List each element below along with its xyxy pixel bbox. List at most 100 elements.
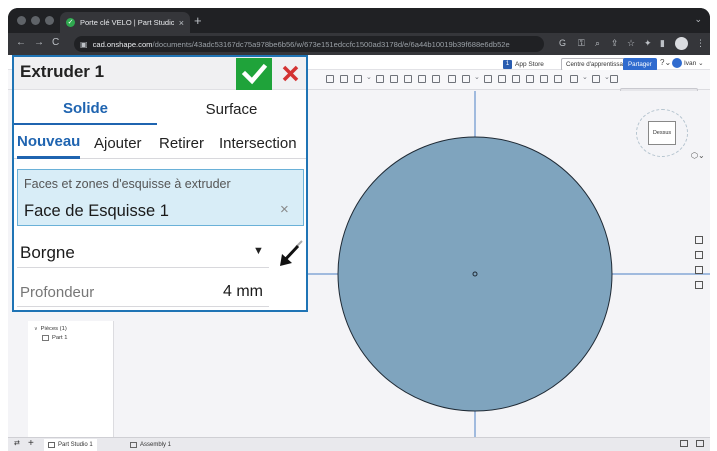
end-type-value: Borgne — [20, 243, 75, 262]
url-path: /documents/43adc53167dc75a978be6b56/w/67… — [152, 39, 510, 49]
sidebar-icon[interactable]: ▮ — [660, 38, 665, 49]
bookmark-star-icon[interactable]: ☆ — [627, 38, 635, 49]
faces-selection-field[interactable]: Faces et zones d'esquisse à extruder Fac… — [17, 169, 304, 226]
accept-button[interactable] — [236, 58, 272, 90]
sketch-circle[interactable] — [337, 136, 613, 412]
tab-manager-icon[interactable]: ⇄ — [14, 439, 20, 447]
part-item[interactable]: Part 1 — [42, 335, 67, 341]
lock-icon: ▣ — [80, 39, 88, 49]
tab-surface[interactable]: Surface — [157, 93, 306, 125]
depth-field[interactable]: Profondeur 4 mm — [17, 279, 269, 307]
tab-close-icon[interactable]: × — [179, 18, 184, 28]
tool-dropdown-icon[interactable]: ⌄ — [582, 73, 588, 81]
tool-dropdown-icon[interactable]: ⌄ — [604, 73, 610, 81]
tab-solide[interactable]: Solide — [14, 93, 157, 125]
dialog-title: Extruder 1 — [20, 62, 105, 81]
parts-folder[interactable]: ∨ Pièces (1) — [34, 326, 67, 332]
fillet-tool-icon[interactable] — [418, 75, 426, 83]
url-host: cad.onshape.com — [92, 39, 153, 49]
draft-tool-icon[interactable] — [448, 75, 456, 83]
extrude-dialog: Extruder 1 Solide Surface Nouveau Ajoute… — [12, 55, 308, 312]
minimize-window-icon[interactable] — [31, 16, 40, 25]
revolve-tool-icon[interactable] — [354, 75, 362, 83]
add-tab-button[interactable]: + — [28, 438, 34, 449]
depth-value[interactable]: 4 mm — [223, 283, 263, 301]
section-view-icon[interactable] — [610, 75, 618, 83]
view-options-icon[interactable]: ⬡⌄ — [691, 151, 705, 160]
profile-avatar[interactable] — [675, 37, 688, 50]
maximize-window-icon[interactable] — [45, 16, 54, 25]
tab-nouveau[interactable]: Nouveau — [17, 127, 81, 159]
notification-badge: 1 — [503, 60, 512, 69]
reload-button[interactable]: C — [52, 37, 59, 49]
extrude-tool-icon[interactable] — [340, 75, 348, 83]
caret-down-icon[interactable]: ▼ — [253, 245, 264, 257]
sweep-tool-icon[interactable] — [376, 75, 384, 83]
thicken-tool-icon[interactable] — [404, 75, 412, 83]
view-cube[interactable]: Dessus — [648, 121, 676, 145]
mirror-tool-icon[interactable] — [540, 75, 548, 83]
forward-button[interactable]: → — [34, 37, 44, 49]
tool-dropdown-icon[interactable]: ⌄ — [474, 73, 480, 81]
flag-panel-icon[interactable] — [695, 281, 703, 289]
tab-search-icon[interactable]: ⌄ — [694, 14, 702, 25]
configuration-panel-icon[interactable] — [695, 251, 703, 259]
chevron-down-icon[interactable]: ∨ — [34, 326, 38, 332]
key-icon[interactable]: ⚿ — [578, 38, 585, 49]
end-type-select[interactable]: Borgne ▼ — [17, 238, 269, 268]
close-window-icon[interactable] — [17, 16, 26, 25]
close-icon — [282, 65, 299, 82]
onshape-favicon-icon: ✓ — [66, 18, 75, 27]
url-field[interactable]: ▣ cad.onshape.com/documents/43adc53167dc… — [74, 36, 544, 52]
feature-tree: ∨ Pièces (1) Part 1 — [28, 321, 114, 437]
google-icon[interactable]: G — [559, 38, 566, 49]
depth-label: Profondeur — [20, 284, 95, 301]
browser-tab[interactable]: ✓ Porte clé VELO | Part Studio 1 × — [60, 12, 190, 33]
help-icon[interactable]: ?⌄ — [660, 58, 671, 67]
tab-part-studio[interactable]: Part Studio 1 — [44, 439, 97, 451]
tab-retirer[interactable]: Retirer — [159, 127, 204, 159]
document-tabs-bar: ⇄ + Part Studio 1 Assembly 1 — [8, 437, 710, 451]
plane-tool-icon[interactable] — [570, 75, 578, 83]
tab-title: Porte clé VELO | Part Studio 1 — [80, 18, 174, 27]
cancel-button[interactable] — [276, 58, 306, 90]
clear-selection-icon[interactable]: × — [280, 201, 289, 218]
assembly-icon — [130, 442, 137, 448]
body-type-tabs: Solide Surface — [14, 93, 306, 125]
menu-dots-icon[interactable]: ⋮ — [696, 38, 705, 49]
new-tab-button[interactable]: + — [194, 14, 202, 27]
zoom-icon[interactable]: ⌕ — [595, 38, 600, 49]
print-icon[interactable] — [680, 440, 688, 447]
measure-panel-icon[interactable] — [695, 266, 703, 274]
part-icon — [42, 335, 49, 341]
faces-value[interactable]: Face de Esquisse 1 — [24, 202, 169, 221]
tab-assembly[interactable]: Assembly 1 — [126, 439, 175, 451]
split-tool-icon[interactable] — [512, 75, 520, 83]
address-bar: ← → C ▣ cad.onshape.com/documents/43adc5… — [8, 33, 710, 55]
share-page-icon[interactable]: ⇪ — [611, 38, 619, 49]
pattern-tool-icon[interactable] — [484, 75, 492, 83]
right-tool-strip — [695, 236, 707, 296]
tab-ajouter[interactable]: Ajouter — [94, 127, 142, 159]
flip-direction-icon — [280, 240, 303, 266]
flip-direction-button[interactable] — [278, 238, 306, 268]
tab-intersection[interactable]: Intersection — [219, 127, 297, 159]
export-icon[interactable] — [696, 440, 704, 447]
chamfer-tool-icon[interactable] — [432, 75, 440, 83]
loft-tool-icon[interactable] — [390, 75, 398, 83]
user-avatar[interactable] — [672, 58, 682, 68]
dialog-header: Extruder 1 — [14, 57, 306, 90]
operation-tabs: Nouveau Ajouter Retirer Intersection — [14, 127, 306, 159]
user-menu[interactable]: Ivan ⌄ — [684, 59, 704, 67]
tool-dropdown-icon[interactable]: ⌄ — [366, 73, 372, 81]
extensions-icon[interactable]: ✦ — [644, 38, 652, 49]
variable-tool-icon[interactable] — [554, 75, 562, 83]
boolean-tool-icon[interactable] — [498, 75, 506, 83]
shell-tool-icon[interactable] — [462, 75, 470, 83]
appearance-panel-icon[interactable] — [695, 236, 703, 244]
tab-bar: ✓ Porte clé VELO | Part Studio 1 × + ⌄ — [8, 8, 710, 33]
sketch-tool-icon[interactable] — [326, 75, 334, 83]
transform-tool-icon[interactable] — [526, 75, 534, 83]
mate-connector-icon[interactable] — [592, 75, 600, 83]
back-button[interactable]: ← — [16, 37, 26, 49]
